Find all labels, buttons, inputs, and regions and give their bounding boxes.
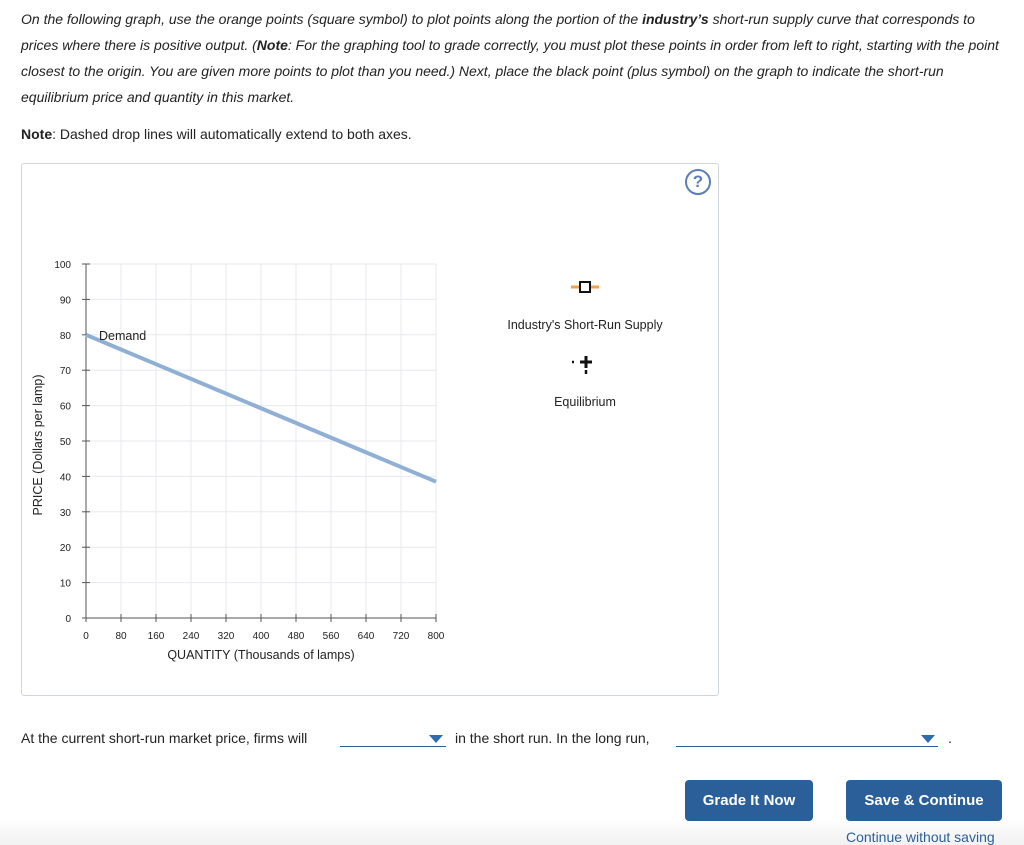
y-tick-label: 60 bbox=[60, 402, 72, 413]
x-tick-label: 560 bbox=[323, 631, 340, 642]
question-part2: in the short run. In the long run, bbox=[455, 730, 650, 746]
grade-it-now-button[interactable]: Grade It Now bbox=[685, 780, 813, 821]
y-axis-label: PRICE (Dollars per lamp) bbox=[31, 374, 45, 515]
y-tick-label: 90 bbox=[60, 295, 72, 306]
y-tick-label: 40 bbox=[60, 472, 72, 483]
axes bbox=[82, 263, 437, 622]
x-tick-label: 320 bbox=[218, 631, 235, 642]
question-text: At the current short-run market price, f… bbox=[21, 730, 307, 746]
y-tick-label: 30 bbox=[60, 508, 72, 519]
y-tick-label: 20 bbox=[60, 543, 72, 554]
chevron-down-icon bbox=[429, 735, 443, 743]
save-continue-button[interactable]: Save & Continue bbox=[846, 780, 1002, 821]
grid-lines bbox=[86, 263, 437, 618]
supply-legend-label: Industry's Short-Run Supply bbox=[507, 318, 663, 332]
question-part1: At the current short-run market price, f… bbox=[21, 730, 308, 746]
long-run-dropdown[interactable] bbox=[676, 728, 938, 747]
x-tick-label: 240 bbox=[183, 631, 200, 642]
y-tick-labels: 0 10 20 30 40 50 60 70 80 90 100 bbox=[54, 260, 71, 625]
graph-canvas[interactable]: 0 80 160 240 320 400 480 560 640 720 800 0 10 20 30 40… bbox=[0, 0, 1024, 845]
short-run-dropdown[interactable] bbox=[340, 728, 446, 747]
x-tick-labels: 0 80 160 240 320 400 480 560 640 720 800 bbox=[83, 631, 445, 642]
x-tick-label: 720 bbox=[393, 631, 410, 642]
y-tick-label: 50 bbox=[60, 437, 72, 448]
x-tick-label: 640 bbox=[358, 631, 375, 642]
x-tick-label: 0 bbox=[83, 631, 89, 642]
y-tick-label: 0 bbox=[65, 614, 71, 625]
demand-curve-label: Demand bbox=[99, 329, 146, 343]
x-tick-label: 400 bbox=[253, 631, 270, 642]
x-tick-label: 480 bbox=[288, 631, 305, 642]
continue-without-saving-link[interactable]: Continue without saving bbox=[846, 829, 995, 845]
question-text-3: . bbox=[948, 730, 952, 746]
question-part3: . bbox=[948, 730, 952, 746]
x-axis-label: QUANTITY (Thousands of lamps) bbox=[167, 648, 354, 662]
supply-tool-icon[interactable] bbox=[571, 281, 599, 293]
equilibrium-tool-icon[interactable] bbox=[572, 356, 592, 374]
y-tick-label: 70 bbox=[60, 366, 72, 377]
x-tick-label: 80 bbox=[115, 631, 127, 642]
question-text-2: in the short run. In the long run, bbox=[455, 730, 650, 746]
chevron-down-icon bbox=[921, 735, 935, 743]
equilibrium-legend-label: Equilibrium bbox=[554, 395, 616, 409]
y-tick-label: 80 bbox=[60, 331, 72, 342]
y-tick-label: 10 bbox=[60, 579, 72, 590]
y-tick-label: 100 bbox=[54, 260, 71, 271]
x-tick-label: 800 bbox=[428, 631, 445, 642]
x-tick-label: 160 bbox=[148, 631, 165, 642]
